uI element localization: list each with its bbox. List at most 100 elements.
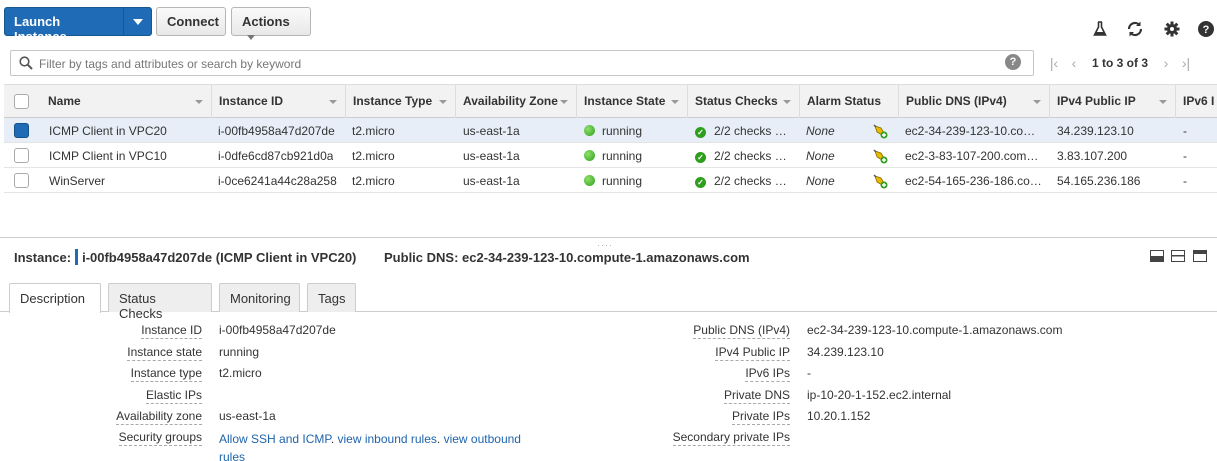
pane-splitter[interactable]	[0, 237, 1217, 239]
refresh-icon[interactable]	[1125, 19, 1145, 39]
cell-text: us-east-1a	[463, 174, 520, 188]
tab-monitoring[interactable]: Monitoring	[219, 283, 300, 312]
public-dns-header: Public DNS: ec2-34-239-123-10.compute-1.…	[384, 250, 750, 265]
launch-dropdown-button[interactable]	[123, 8, 151, 35]
layout-full-icon[interactable]	[1193, 250, 1207, 262]
cell-ipv6: -	[1183, 168, 1187, 193]
running-status-icon	[584, 150, 595, 161]
column-header-alarm-status[interactable]: Alarm Status	[800, 85, 899, 118]
cell-text: 2/2 checks …	[714, 149, 787, 163]
cell-text: None	[806, 124, 835, 138]
cell-text: 34.239.123.10	[1057, 124, 1134, 138]
detail-value: ip-10-20-1-152.ec2.internal	[807, 388, 952, 402]
detail-label: Security groups	[118, 430, 202, 446]
view-inbound-rules-link[interactable]: view inbound rules	[338, 432, 437, 446]
column-header-public-dns[interactable]: Public DNS (IPv4)	[899, 85, 1050, 118]
launch-instance-label: Launch Instance	[14, 14, 67, 44]
detail-value: ec2-34-239-123-10.compute-1.amazonaws.co…	[807, 323, 1063, 337]
chevron-down-icon	[247, 35, 255, 41]
beaker-icon[interactable]	[1090, 19, 1110, 39]
sort-icon	[329, 100, 337, 104]
detail-label: Private IPs	[731, 409, 790, 425]
cell-text: i-0dfe6cd87cb921d0a	[218, 149, 334, 163]
cell-alarm: None	[806, 143, 835, 168]
detail-label: Instance state	[127, 345, 202, 361]
column-header-name[interactable]: Name	[41, 85, 212, 118]
column-header-ipv6[interactable]: IPv6 I	[1176, 85, 1217, 118]
cell-text: t2.micro	[352, 149, 395, 163]
column-header-availability-zone[interactable]: Availability Zone	[456, 85, 577, 118]
instance-detail-value: i-00fb4958a47d207de (ICMP Client in VPC2…	[82, 250, 357, 265]
detail-label: Instance type	[130, 366, 202, 382]
cell-type: t2.micro	[352, 118, 395, 143]
detail-value: 10.20.1.152	[807, 409, 871, 423]
help-icon[interactable]: ?	[1196, 19, 1216, 39]
row-checkbox[interactable]	[14, 123, 29, 138]
cell-text: -	[1183, 124, 1187, 138]
detail-value: i-00fb4958a47d207de	[219, 323, 336, 337]
layout-split-icon[interactable]	[1171, 250, 1185, 262]
cell-checks: ✓ 2/2 checks …	[695, 118, 787, 143]
cell-alarm: None	[806, 168, 835, 193]
cell-az: us-east-1a	[463, 168, 520, 193]
actions-label: Actions	[242, 14, 290, 29]
cell-text: t2.micro	[352, 174, 395, 188]
cell-ipv6: -	[1183, 118, 1187, 143]
connect-button[interactable]: Connect	[156, 7, 226, 36]
column-header-instance-type[interactable]: Instance Type	[346, 85, 456, 118]
check-passed-icon: ✓	[695, 127, 706, 138]
select-all-checkbox[interactable]	[14, 94, 29, 109]
row-checkbox[interactable]	[14, 148, 29, 163]
create-alarm-icon[interactable]	[872, 173, 888, 192]
table-row[interactable]: WinServer i-0ce6241a44c28a258 t2.micro us-e…	[4, 168, 1217, 193]
tab-status-checks[interactable]: Status Checks	[108, 283, 212, 321]
cell-dns: ec2-34-239-123-10.co…	[905, 118, 1035, 143]
actions-button[interactable]: Actions	[231, 7, 311, 41]
gear-icon[interactable]	[1162, 19, 1182, 39]
detail-value: t2.micro	[219, 366, 262, 380]
sort-icon	[195, 100, 203, 104]
layout-bottom-icon[interactable]	[1150, 250, 1164, 262]
create-alarm-icon[interactable]	[872, 123, 888, 142]
table-header: Name Instance ID Instance Type Availabil…	[4, 84, 1217, 118]
cell-az: us-east-1a	[463, 143, 520, 168]
tab-tags[interactable]: Tags	[307, 283, 356, 312]
cell-text: ec2-54-165-236-186.co…	[905, 174, 1042, 188]
filter-input[interactable]	[39, 55, 999, 73]
cell-type: t2.micro	[352, 168, 395, 193]
column-header-ipv4-public-ip[interactable]: IPv4 Public IP	[1050, 85, 1176, 118]
cell-text: 3.83.107.200	[1057, 149, 1128, 163]
running-status-icon	[584, 175, 595, 186]
chevron-down-icon	[132, 18, 143, 25]
cell-text: WinServer	[49, 174, 106, 188]
last-page-icon[interactable]: ›|	[1176, 55, 1196, 71]
cell-ip: 34.239.123.10	[1057, 118, 1134, 143]
tab-description[interactable]: Description	[9, 283, 101, 313]
column-header-instance-state[interactable]: Instance State	[577, 85, 688, 118]
check-passed-icon: ✓	[695, 152, 706, 163]
detail-value: -	[807, 366, 811, 380]
table-row[interactable]: ICMP Client in VPC10 i-0dfe6cd87cb921d0a t…	[4, 143, 1217, 168]
next-page-icon[interactable]: ›	[1156, 55, 1176, 71]
view-outbound-rules-link[interactable]: rules	[219, 450, 245, 461]
sort-icon	[783, 100, 791, 104]
cell-name: ICMP Client in VPC10	[49, 143, 167, 168]
cell-text: 54.165.236.186	[1057, 174, 1141, 188]
row-checkbox[interactable]	[14, 173, 29, 188]
cell-checks: ✓ 2/2 checks …	[695, 168, 787, 193]
detail-value: us-east-1a	[219, 409, 276, 423]
first-page-icon[interactable]: |‹	[1044, 55, 1064, 71]
table-row[interactable]: ICMP Client in VPC20 i-00fb4958a47d207de t…	[4, 118, 1217, 143]
search-icon	[19, 56, 33, 73]
pagination: |‹ ‹ 1 to 3 of 3 › ›|	[1044, 53, 1196, 73]
column-header-status-checks[interactable]: Status Checks	[688, 85, 800, 118]
cell-checks: ✓ 2/2 checks …	[695, 143, 787, 168]
security-group-link[interactable]: Allow SSH and ICMP	[219, 432, 331, 446]
create-alarm-icon[interactable]	[872, 148, 888, 167]
filter-help-icon[interactable]: ?	[1005, 54, 1021, 70]
column-header-instance-id[interactable]: Instance ID	[212, 85, 346, 118]
view-outbound-rules-link[interactable]: view outbound	[444, 432, 521, 446]
prev-page-icon[interactable]: ‹	[1064, 55, 1084, 71]
launch-instance-button[interactable]: Launch Instance	[4, 7, 152, 44]
sort-icon	[439, 100, 447, 104]
